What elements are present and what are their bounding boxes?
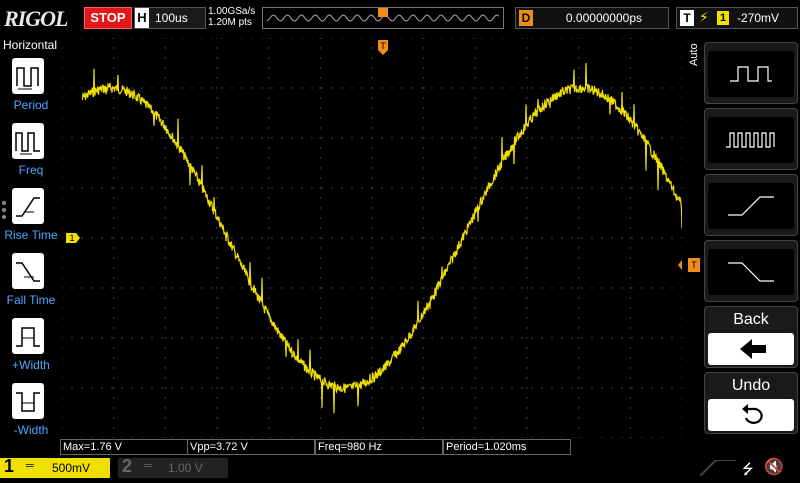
back-button[interactable]: Back [704, 306, 798, 368]
menu-item-label: Fall Time [6, 293, 56, 307]
menu-item-label: -Width [13, 423, 49, 437]
fall-time-icon [12, 253, 44, 289]
horizontal-label: H [135, 8, 149, 28]
sample-info: 1.00GSa/s 1.20M pts [208, 6, 255, 28]
sample-rate: 1.00GSa/s [208, 6, 256, 17]
trigger-level: -270mV [737, 11, 780, 25]
menu-item-period[interactable]: Period [0, 58, 60, 120]
measurement-vpp[interactable]: Vpp=3.72 V [187, 439, 315, 455]
channel-2-status[interactable]: 2 ═ 1.00 V [118, 456, 228, 478]
menu-item-label: Rise Time [4, 228, 58, 242]
undo-button[interactable]: Undo [704, 372, 798, 434]
auto-mode-label: Auto [688, 43, 700, 66]
timebase-box[interactable]: H 100us [134, 7, 206, 29]
channel-1-status[interactable]: 1 ═ 500mV [0, 456, 110, 478]
timebase-value: 100us [155, 11, 188, 25]
rise-slope-button[interactable] [704, 174, 798, 236]
rising-slope-icon [728, 196, 774, 216]
trigger-level-flag[interactable]: T [688, 258, 700, 272]
menu-item-negative-width[interactable]: -Width [0, 383, 60, 445]
menu-item-positive-width[interactable]: +Width [0, 318, 60, 380]
back-arrow-icon [740, 339, 766, 359]
menu-item-label: +Width [12, 358, 50, 372]
delay-box[interactable]: D 0.00000000ps [515, 7, 669, 29]
waveform-graticule: T 1 [61, 37, 690, 439]
channel-1-scale: 500mV [52, 461, 91, 475]
dc-coupling-icon: ═ [144, 460, 152, 472]
menu-item-rise-time[interactable]: Rise Time [0, 188, 60, 250]
delay-value: 0.00000000ps [565, 11, 642, 25]
undo-icon [742, 404, 763, 424]
channel-1-number: 1 [4, 456, 15, 476]
trigger-channel: 1 [717, 11, 729, 25]
channel-1-offset-marker[interactable]: 1 [66, 233, 80, 243]
falling-slope-icon [728, 262, 774, 282]
menu-title: Horizontal [2, 38, 58, 52]
trigger-mode-button-pulse-train[interactable] [704, 108, 798, 170]
frequency-icon [12, 123, 44, 159]
menu-item-label: Period [13, 98, 49, 112]
trigger-box[interactable]: T ⚡ 1 -270mV [676, 7, 798, 29]
measurement-period[interactable]: Period=1.020ms [443, 439, 571, 455]
rise-time-icon [12, 188, 44, 224]
dc-coupling-icon: ═ [26, 460, 34, 472]
delay-label: D [519, 10, 533, 26]
sound-muted-icon[interactable]: 🔇 [764, 457, 784, 477]
trigger-mode-button-period[interactable] [704, 42, 798, 104]
channel-2-scale: 1.00 V [168, 461, 203, 475]
rising-edge-icon: ⚡ [699, 9, 709, 25]
usb-icon: ⭍ [742, 461, 754, 477]
button-face [708, 333, 794, 365]
button-face [708, 117, 794, 163]
waveform-overview-bar[interactable] [262, 7, 504, 29]
status-decoration [699, 459, 736, 477]
svg-text:1: 1 [69, 233, 74, 243]
menu-item-frequency[interactable]: Freq [0, 123, 60, 185]
pulse-train-icon [726, 132, 775, 148]
memory-depth: 1.20M pts [208, 17, 252, 28]
brand-logo: RIGOL [4, 6, 68, 31]
button-face [708, 249, 794, 295]
fall-slope-button[interactable] [704, 240, 798, 302]
menu-item-label: Freq [18, 163, 44, 177]
undo-label: Undo [731, 377, 771, 394]
trigger-level-marker[interactable] [678, 260, 690, 270]
trigger-position-marker[interactable]: T [378, 40, 388, 55]
waveform-display[interactable]: T 1 T [61, 37, 700, 439]
overview-wave [266, 8, 500, 22]
menu-item-fall-time[interactable]: Fall Time [0, 253, 60, 315]
period-icon [12, 58, 44, 94]
square-wave-icon [730, 66, 772, 82]
button-face [708, 183, 794, 229]
run-stop-status[interactable]: STOP [84, 7, 132, 29]
channel-2-number: 2 [122, 456, 133, 476]
trigger-label: T [680, 10, 694, 26]
measurement-frequency[interactable]: Freq=980 Hz [315, 439, 443, 455]
button-face [708, 51, 794, 97]
positive-width-icon [12, 318, 44, 354]
back-label: Back [733, 311, 769, 328]
measurement-max[interactable]: Max=1.76 V [60, 439, 188, 455]
button-face [708, 399, 794, 431]
svg-text:T: T [380, 41, 386, 51]
overview-trigger-marker [378, 8, 388, 17]
negative-width-icon [12, 383, 44, 419]
